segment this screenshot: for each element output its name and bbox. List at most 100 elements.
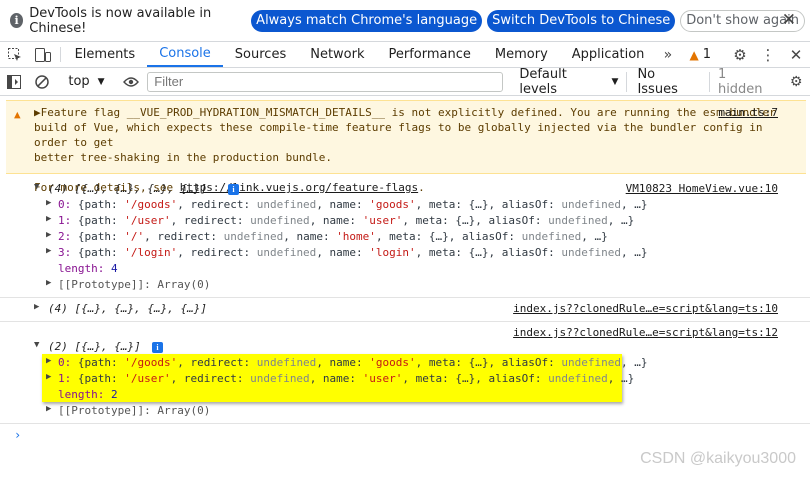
expand-right-triangle-icon[interactable]: ▶	[46, 198, 51, 208]
object-text: , meta:	[415, 198, 469, 211]
object-text: , meta:	[415, 356, 469, 369]
array-item-row[interactable]: ▶ 3: {path: '/login', redirect: undefine…	[0, 246, 810, 262]
warning-line: better tree-shaking in the production bu…	[34, 151, 333, 164]
object-text: {path:	[77, 230, 125, 243]
name-value: 'home'	[336, 230, 376, 243]
warning-counter[interactable]: ▲ 1	[679, 47, 721, 62]
tab-application[interactable]: Application	[560, 42, 657, 67]
path-value: '/login'	[124, 246, 178, 259]
undefined-value: undefined	[256, 246, 317, 259]
tab-memory[interactable]: Memory	[483, 42, 560, 67]
inspect-element-icon[interactable]	[0, 42, 29, 67]
meta-value: {…}	[455, 372, 476, 385]
object-text: {path:	[77, 246, 125, 259]
undefined-value: undefined	[561, 356, 621, 369]
object-text: , redirect:	[177, 198, 257, 211]
object-text: , …}	[620, 356, 648, 369]
tab-sources[interactable]: Sources	[223, 42, 298, 67]
prototype-row[interactable]: ▶ [[Prototype]]: Array(0)	[0, 278, 810, 294]
array-preview: (2) [{…}, {…}]	[48, 340, 141, 353]
settings-gear-icon[interactable]: ⚙	[726, 42, 754, 68]
expand-right-triangle-icon[interactable]: ▶	[46, 278, 51, 288]
object-text: , name:	[309, 372, 363, 385]
clear-console-icon[interactable]	[28, 68, 56, 96]
length-row: length: 4	[0, 262, 810, 278]
path-value: '/user'	[124, 372, 171, 385]
console-settings-gear-icon[interactable]: ⚙	[782, 68, 810, 96]
object-text: , name:	[309, 214, 363, 227]
source-link[interactable]: index.js??clonedRule…e=script&lang=ts:10	[513, 302, 778, 315]
more-tabs-icon[interactable]: »	[656, 42, 679, 67]
object-text: {path:	[77, 214, 125, 227]
undefined-value: undefined	[548, 214, 608, 227]
expand-right-triangle-icon[interactable]: ▶	[46, 214, 51, 224]
object-text: , name:	[316, 198, 370, 211]
name-value: 'goods'	[369, 356, 416, 369]
source-link[interactable]: VM10823 HomeView.vue:10	[626, 182, 778, 195]
live-expression-eye-icon[interactable]	[118, 68, 146, 96]
sidebar-toggle-icon[interactable]	[0, 68, 28, 96]
tab-network[interactable]: Network	[298, 42, 376, 67]
info-badge-icon: i	[228, 184, 239, 195]
expand-right-triangle-icon[interactable]: ▶	[46, 404, 51, 414]
expand-down-triangle-icon[interactable]: ▼	[34, 182, 39, 192]
issues-button[interactable]: No Issues	[626, 67, 710, 97]
tab-performance[interactable]: Performance	[377, 42, 483, 67]
item-index: 1:	[58, 214, 72, 227]
source-link[interactable]: main.ts:7	[718, 105, 778, 120]
expand-right-triangle-icon[interactable]: ▶	[46, 230, 51, 240]
array-item-row[interactable]: ▶ 1: {path: '/user', redirect: undefined…	[0, 214, 810, 230]
prototype-text: [[Prototype]]: Array(0)	[58, 278, 211, 291]
expand-right-triangle-icon[interactable]: ▶	[46, 356, 51, 366]
console-output: ▲ ▶Feature flag __VUE_PROD_HYDRATION_MIS…	[0, 96, 810, 478]
filter-input[interactable]: Filter	[147, 71, 504, 92]
meta-value: {…}	[468, 198, 489, 211]
undefined-value: undefined	[223, 230, 284, 243]
log-levels-dropdown[interactable]: Default levels ▼	[511, 67, 626, 97]
length-value: 2	[110, 388, 118, 401]
expand-right-triangle-icon[interactable]: ▶	[46, 372, 51, 382]
separator	[59, 47, 61, 62]
array-item-row[interactable]: ▶ 1: {path: '/user', redirect: undefined…	[0, 372, 810, 388]
divider	[0, 297, 810, 298]
log-entry-header[interactable]: ▶ (4) [{…}, {…}, {…}, {…}] index.js??clo…	[0, 302, 810, 318]
close-icon[interactable]: ✕	[782, 10, 796, 30]
log-entry-header[interactable]: ▼ (4) [{…}, {…}, {…}, {…}] i VM10823 Hom…	[0, 182, 810, 198]
infobar-message: DevTools is now available in Chinese!	[29, 5, 212, 36]
array-item-row[interactable]: ▶ 2: {path: '/', redirect: undefined, na…	[0, 230, 810, 246]
undefined-value: undefined	[521, 230, 582, 243]
context-selector[interactable]: top ▼	[60, 74, 112, 89]
object-text: , meta:	[402, 372, 456, 385]
tab-console[interactable]: Console	[147, 42, 223, 67]
caret-down-icon: ▼	[611, 76, 619, 87]
switch-to-chinese-button[interactable]: Switch DevTools to Chinese	[487, 9, 676, 32]
expand-right-triangle-icon[interactable]: ▶	[46, 246, 51, 256]
device-toolbar-icon[interactable]	[29, 42, 58, 67]
source-link[interactable]: index.js??clonedRule…e=script&lang=ts:12	[513, 326, 778, 339]
close-devtools-icon[interactable]: ✕	[782, 42, 810, 68]
object-text: , aliasOf:	[475, 372, 549, 385]
prototype-row[interactable]: ▶ [[Prototype]]: Array(0)	[0, 404, 810, 420]
expand-right-triangle-icon[interactable]: ▶	[34, 302, 39, 312]
console-prompt-icon[interactable]: ›	[14, 428, 21, 442]
info-badge-icon: i	[152, 342, 163, 353]
name-value: 'login'	[369, 246, 416, 259]
object-text: , aliasOf:	[475, 214, 549, 227]
divider	[0, 423, 810, 424]
warning-message: ▲ ▶Feature flag __VUE_PROD_HYDRATION_MIS…	[6, 100, 806, 194]
name-value: 'user'	[362, 372, 403, 385]
filter-placeholder: Filter	[154, 74, 184, 89]
array-item-row[interactable]: ▶ 0: {path: '/goods', redirect: undefine…	[0, 356, 810, 372]
undefined-value: undefined	[256, 198, 317, 211]
undefined-value: undefined	[250, 372, 310, 385]
tab-elements[interactable]: Elements	[63, 42, 148, 67]
always-match-language-button[interactable]: Always match Chrome's language	[251, 9, 483, 32]
warning-count: 1	[702, 47, 711, 62]
length-key: length:	[58, 262, 105, 275]
more-options-icon[interactable]: ⋮	[754, 42, 782, 68]
expand-down-triangle-icon[interactable]: ▼	[34, 340, 39, 350]
info-icon: i	[10, 13, 24, 28]
array-item-row[interactable]: ▶ 0: {path: '/goods', redirect: undefine…	[0, 198, 810, 214]
item-index: 1:	[58, 372, 72, 385]
